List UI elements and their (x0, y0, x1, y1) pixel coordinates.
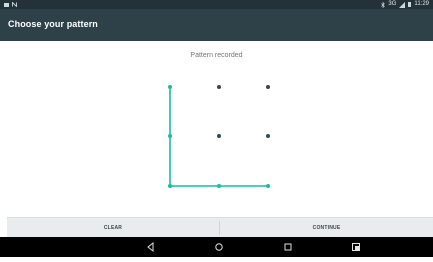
recents-icon (284, 243, 292, 251)
navigation-bar (0, 237, 433, 257)
button-bar: CLEAR CONTINUE (7, 217, 433, 238)
pattern-dot-9[interactable] (266, 184, 270, 188)
recents-button[interactable] (278, 237, 298, 257)
back-button[interactable] (141, 237, 161, 257)
home-icon (215, 243, 223, 251)
back-icon (147, 241, 154, 253)
pattern-dot-5[interactable] (217, 134, 221, 138)
home-button[interactable] (209, 237, 229, 257)
pattern-dot-1[interactable] (168, 85, 172, 89)
continue-button[interactable]: CONTINUE (220, 218, 433, 238)
pattern-dot-6[interactable] (266, 134, 270, 138)
pattern-dot-8[interactable] (217, 184, 221, 188)
pattern-dot-3[interactable] (266, 85, 270, 89)
pattern-dot-7[interactable] (168, 184, 172, 188)
screenshot-icon (352, 243, 360, 251)
screenshot-button[interactable] (346, 237, 366, 257)
pattern-dot-2[interactable] (217, 85, 221, 89)
pattern-dot-4[interactable] (168, 134, 172, 138)
clear-button[interactable]: CLEAR (7, 218, 219, 238)
